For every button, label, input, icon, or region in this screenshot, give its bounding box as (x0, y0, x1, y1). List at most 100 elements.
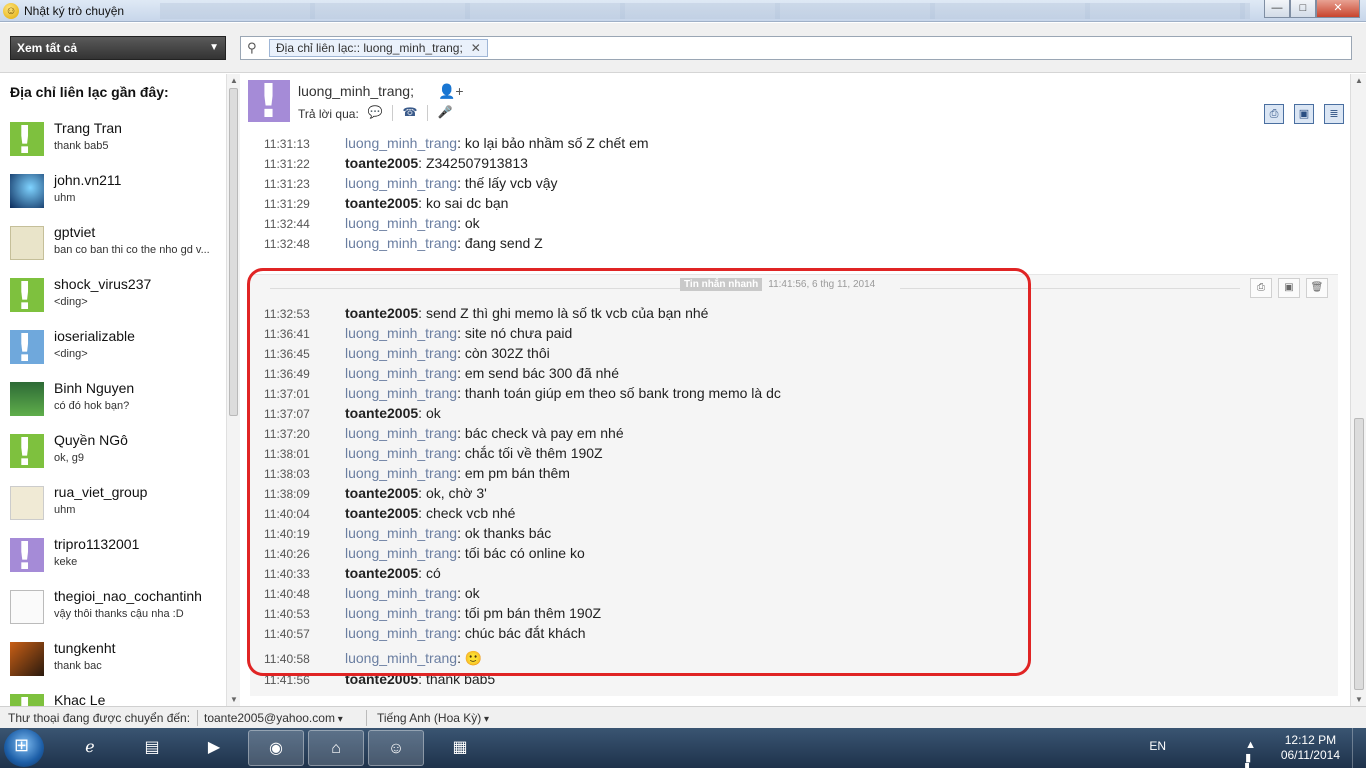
contact-name: gptviet (54, 224, 96, 240)
divider (392, 105, 393, 121)
voicemail-forward-label: Thư thoại đang được chuyển đến: (8, 711, 191, 725)
avatar (10, 642, 44, 676)
avatar (10, 430, 44, 474)
message-time: 11:41:56 (264, 673, 310, 687)
contact-item[interactable]: Binh Nguyen có đó hok bạn? (10, 380, 220, 432)
file-explorer-icon[interactable]: ▤ (124, 730, 180, 766)
message-content: luong_minh_trang: ko lại bảo nhầm số Z c… (345, 135, 649, 151)
message-text: em pm bán thêm (464, 465, 570, 481)
message-sender: toante2005 (345, 405, 419, 421)
contact-item[interactable]: tripro1132001 keke (10, 534, 220, 588)
search-filter-chip[interactable]: Địa chỉ liên lạc:: luong_minh_trang; ✕ (269, 39, 488, 57)
delete-icon[interactable]: ≣ (1324, 104, 1344, 124)
add-contact-icon[interactable]: 👤+ (438, 83, 464, 100)
start-button[interactable] (4, 729, 44, 767)
scroll-down-icon[interactable]: ▼ (230, 695, 238, 704)
media-player-icon[interactable]: ▶ (186, 730, 242, 766)
contact-item[interactable]: gptviet ban co ban thi co the nho gd v..… (10, 224, 220, 276)
tray-icons[interactable]: ▲ ▮ ▌ ◖ (1245, 739, 1262, 768)
contact-item[interactable]: shock_virus237 <ding> (10, 274, 220, 328)
conversation-actions: ⎙ ▣ ≣ (1264, 104, 1344, 124)
contact-item[interactable]: john.vn211 uhm (10, 172, 220, 224)
contact-item[interactable]: rua_viet_group uhm (10, 484, 220, 536)
chat-scrollbar[interactable]: ▲ ▼ (1350, 74, 1366, 706)
background-window-tabs (160, 3, 1250, 19)
scroll-up-icon[interactable]: ▲ (230, 76, 238, 85)
message-time: 11:40:58 (264, 652, 310, 666)
message-time: 11:31:29 (264, 197, 310, 211)
taskbar: ℯ ▤ ▶ ◉ ⌂ ☺ ▦ EN ▲ ▮ ▌ ◖ 12:12 PM 06/11/… (0, 728, 1366, 768)
scroll-down-icon[interactable]: ▼ (1355, 695, 1363, 704)
message-sender: toante2005 (345, 305, 419, 321)
voicemail-forward-dropdown[interactable]: toante2005@yahoo.com (204, 711, 343, 725)
close-button[interactable]: ✕ (1316, 0, 1360, 18)
scroll-up-icon[interactable]: ▲ (1355, 76, 1363, 85)
reply-via-options: 💬 ☎ 🎤 (366, 105, 454, 121)
message-sender: luong_minh_trang (345, 135, 458, 151)
contact-item[interactable]: Quyền NGô ok, g9 (10, 430, 220, 484)
divider (270, 288, 690, 289)
contact-item[interactable]: tungkenht thank bac (10, 640, 220, 692)
print-icon[interactable]: ⎙ (1264, 104, 1284, 124)
clock[interactable]: 12:12 PM 06/11/2014 (1281, 733, 1340, 763)
message-time: 11:40:53 (264, 607, 310, 621)
sms-icon[interactable]: ☎ (401, 105, 419, 121)
message-time: 11:36:41 (264, 327, 310, 341)
title-bar: ☺ Nhật ký trò chuyện — □ ✕ (0, 0, 1366, 22)
contact-name: shock_virus237 (54, 276, 152, 292)
message-sender: luong_minh_trang (345, 625, 458, 641)
avatar (10, 326, 44, 370)
contact-item[interactable]: thegioi_nao_cochantinh vậy thôi thanks c… (10, 588, 220, 640)
delete-icon[interactable]: 🗑 (1306, 278, 1328, 298)
message-content: luong_minh_trang: site nó chưa paid (345, 325, 573, 341)
divider (427, 105, 428, 121)
print-icon[interactable]: ⎙ (1250, 278, 1272, 298)
message-time: 11:37:20 (264, 427, 310, 441)
message-text: tối pm bán thêm 190Z (464, 605, 602, 621)
voice-call-icon[interactable]: 🎤 (436, 105, 454, 121)
show-desktop-button[interactable] (1352, 728, 1366, 768)
message-time: 11:31:23 (264, 177, 310, 191)
contact-item[interactable]: ioserializable <ding> (10, 326, 220, 380)
instant-message-icon[interactable]: 💬 (366, 105, 384, 121)
save-icon[interactable]: ▣ (1294, 104, 1314, 124)
save-icon[interactable]: ▣ (1278, 278, 1300, 298)
contact-last-message: uhm (54, 504, 76, 516)
contact-item[interactable]: Khac Le (10, 690, 220, 706)
scroll-thumb[interactable] (229, 88, 238, 416)
message-text: ok thanks bác (464, 525, 552, 541)
toolbar: Xem tất cả ▼ ⚲ Địa chỉ liên lạc:: luong_… (0, 23, 1366, 73)
contact-name: thegioi_nao_cochantinh (54, 588, 202, 604)
app-icon[interactable]: ⌂ (308, 730, 364, 766)
contact-last-message: keke (54, 556, 78, 568)
language-dropdown[interactable]: Tiếng Anh (Hoa Kỳ) (377, 711, 489, 725)
message-text: ok (425, 405, 441, 421)
view-filter-label: Xem tất cả (17, 41, 78, 55)
calculator-icon[interactable]: ▦ (432, 730, 488, 766)
minimize-button[interactable]: — (1264, 0, 1290, 18)
message-text: site nó chưa paid (464, 325, 573, 341)
message-content: toante2005: có (345, 565, 441, 581)
language-indicator[interactable]: EN (1149, 739, 1166, 753)
message-time: 11:37:01 (264, 387, 310, 401)
message-content: luong_minh_trang: tối pm bán thêm 190Z (345, 605, 602, 621)
sidebar-scrollbar[interactable]: ▲ ▼ (226, 74, 240, 706)
yahoo-messenger-icon[interactable]: ☺ (368, 730, 424, 766)
chrome-icon[interactable]: ◉ (248, 730, 304, 766)
scroll-thumb[interactable] (1354, 418, 1364, 690)
contact-name: tripro1132001 (54, 536, 140, 552)
message-content: luong_minh_trang: chắc tối về thêm 190Z (345, 445, 603, 461)
search-input[interactable]: ⚲ Địa chỉ liên lạc:: luong_minh_trang; ✕ (240, 36, 1352, 60)
contact-item[interactable]: Trang Tran thank bab5 (10, 118, 220, 172)
message-time: 11:32:48 (264, 237, 310, 251)
contact-name: Trang Tran (54, 120, 122, 136)
message-content: luong_minh_trang: ok (345, 585, 480, 601)
message-content: toante2005: thank bab5 (345, 671, 496, 687)
view-filter-dropdown[interactable]: Xem tất cả ▼ (10, 36, 226, 60)
contact-name: Khac Le (54, 692, 106, 706)
remove-chip-icon[interactable]: ✕ (471, 41, 481, 55)
contact-last-message: <ding> (54, 348, 88, 360)
maximize-button[interactable]: □ (1290, 0, 1316, 18)
internet-explorer-icon[interactable]: ℯ (62, 730, 118, 766)
message-text: check vcb nhé (425, 505, 516, 521)
